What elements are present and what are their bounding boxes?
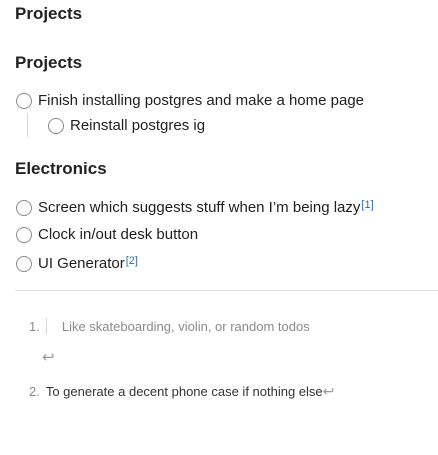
quote-bar: [45, 318, 47, 334]
task-label: Screen which suggests stuff when I’m bei…: [38, 199, 361, 216]
task-label: Clock in/out desk button: [38, 226, 199, 243]
task-label: Finish installing postgres and make a ho…: [38, 92, 365, 109]
page-title: Projects: [15, 4, 83, 23]
footnote-ref-link[interactable]: [2]: [126, 255, 138, 267]
footnote-text: Like skateboarding, violin, or random to…: [61, 318, 310, 334]
footnote-item: 1. Like skateboarding, violin, or random…: [29, 318, 310, 334]
footnote-number: 2.: [29, 384, 40, 399]
return-arrow-icon[interactable]: ↩: [42, 348, 55, 366]
section-heading-electronics: Electronics: [15, 159, 107, 178]
footnote-text: To generate a decent phone case if nothi…: [45, 384, 323, 399]
task-checkbox[interactable]: [16, 199, 32, 216]
return-arrow-icon[interactable]: ↩: [323, 383, 335, 400]
footnote-ref-link[interactable]: [1]: [361, 199, 373, 211]
task-label: UI Generator: [38, 255, 125, 272]
task-checkbox[interactable]: [48, 117, 64, 134]
indent-guide: [27, 113, 28, 137]
section-heading-projects: Projects: [15, 53, 83, 72]
task-item[interactable]: Clock in/out desk button: [16, 226, 198, 243]
task-checkbox[interactable]: [16, 255, 32, 272]
footnote-item: 2. To generate a decent phone case if no…: [29, 383, 334, 400]
task-item[interactable]: Finish installing postgres and make a ho…: [16, 92, 364, 109]
task-item[interactable]: UI Generator [2]: [16, 255, 138, 272]
task-checkbox[interactable]: [16, 226, 32, 243]
footnote-number: 1.: [29, 318, 40, 334]
footnotes-divider: [15, 290, 438, 291]
subtask-item[interactable]: Reinstall postgres ig: [48, 117, 205, 134]
task-checkbox[interactable]: [16, 92, 32, 109]
task-item[interactable]: Screen which suggests stuff when I’m bei…: [16, 199, 374, 216]
task-label: Reinstall postgres ig: [70, 117, 206, 134]
